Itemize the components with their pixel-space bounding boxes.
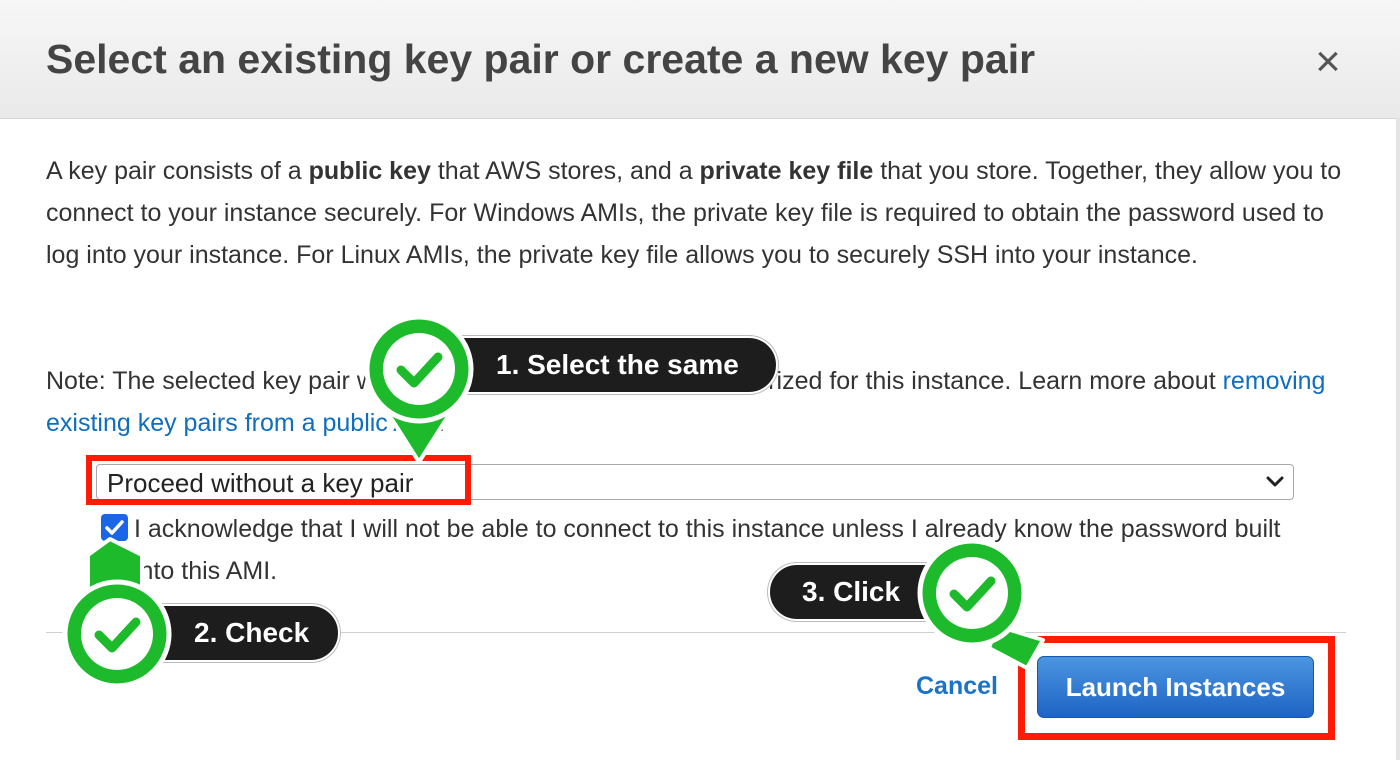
key-pair-description: A key pair consists of a public key that… <box>46 150 1356 276</box>
dialog-header: Select an existing key pair or create a … <box>0 0 1400 119</box>
checkmark-marker-icon <box>62 537 172 689</box>
chevron-down-icon <box>1266 476 1284 487</box>
close-icon[interactable]: × <box>1306 40 1350 84</box>
cancel-button[interactable]: Cancel <box>916 672 998 701</box>
description-text-2: that AWS stores, and a <box>430 157 700 185</box>
callout-select-the-same: 1. Select the same <box>432 336 778 394</box>
description-bold-public-key: public key <box>308 157 431 185</box>
acknowledge-label: I acknowledge that I will not be able to… <box>134 515 1281 585</box>
dialog-title: Select an existing key pair or create a … <box>46 36 1036 82</box>
launch-highlight-box <box>1018 636 1335 740</box>
checkmark-marker-icon <box>364 314 474 464</box>
description-text-1: A key pair consists of a <box>46 157 309 185</box>
page-edge-divider <box>1396 118 1400 760</box>
description-bold-private-key: private key file <box>699 157 874 185</box>
checkmark-marker-icon <box>917 538 1045 670</box>
